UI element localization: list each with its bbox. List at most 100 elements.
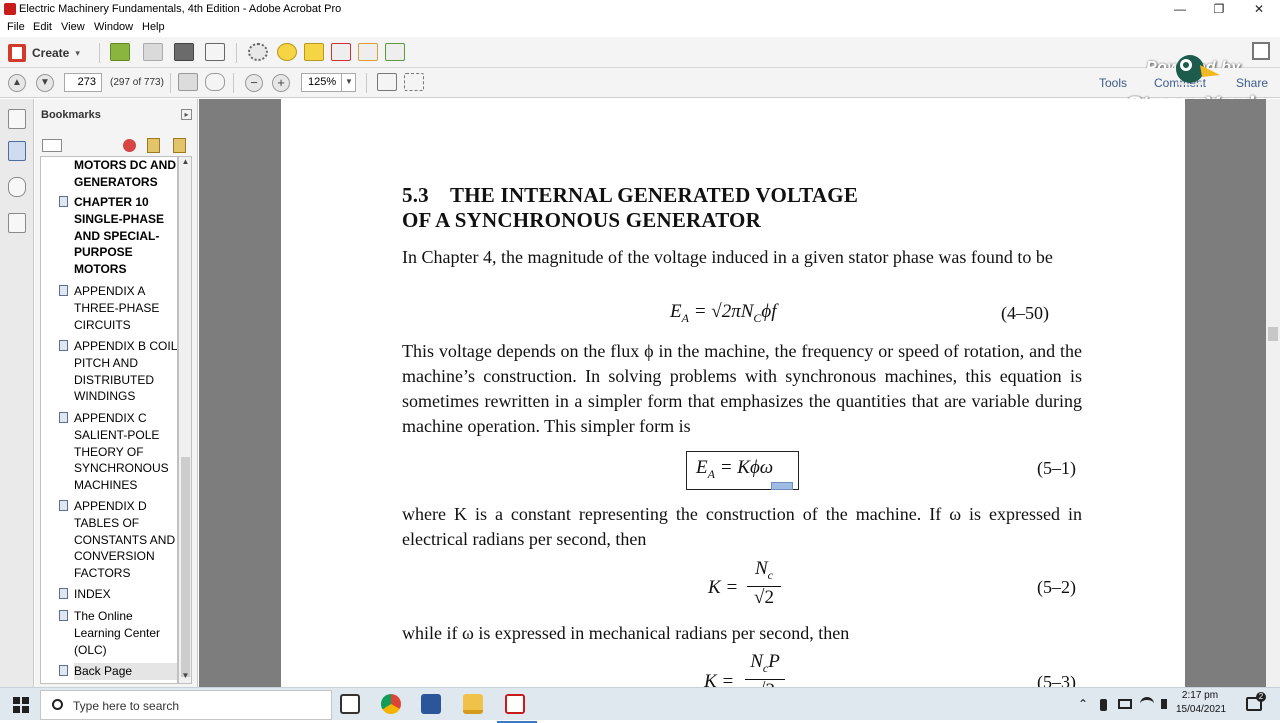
equation-number: (5–3) — [1037, 672, 1076, 687]
bookmark-icon — [59, 665, 68, 676]
menu-bar: File Edit View Window Help — [0, 19, 1280, 37]
create-button[interactable]: Create ▾ — [8, 42, 80, 64]
close-button[interactable]: ✕ — [1247, 2, 1271, 16]
bookmark-icon — [59, 340, 68, 351]
eq-subscript: A — [707, 466, 715, 481]
document-viewer[interactable]: 5.3 THE INTERNAL GENERATED VOLTAGE OF A … — [199, 99, 1266, 687]
toolbar-separator — [99, 43, 100, 63]
toolbar-separator — [366, 73, 367, 93]
full-screen-icon[interactable] — [404, 73, 424, 91]
eq-symbol: E — [670, 301, 682, 322]
minimize-button[interactable]: — — [1168, 2, 1192, 16]
send-for-review-icon[interactable] — [358, 43, 378, 61]
bookmarks-scrollbar[interactable]: ▲ ▼ — [178, 156, 192, 684]
windows-start-icon[interactable] — [13, 697, 29, 713]
task-view-icon[interactable] — [340, 694, 360, 714]
streamyard-duck-logo — [1176, 55, 1220, 85]
page-count-label: (297 of 773) — [110, 77, 164, 88]
search-icon — [52, 699, 63, 710]
file-explorer-icon[interactable] — [463, 694, 483, 714]
bookmark-label: APPENDIX A THREE-PHASE CIRCUITS — [74, 284, 160, 332]
attachments-icon[interactable] — [8, 177, 26, 197]
bookmarks-list: MOTORS DC AND GENERATORS CHAPTER 10 SING… — [40, 156, 178, 684]
battery-icon[interactable] — [1118, 699, 1132, 709]
word-icon[interactable] — [421, 694, 441, 714]
equation-5-3-lhs: K = — [704, 671, 735, 687]
bookmarks-scroll-thumb[interactable] — [181, 457, 190, 677]
menu-view[interactable]: View — [61, 21, 85, 33]
zoom-out-icon[interactable]: − — [245, 74, 263, 92]
equation-4-50: EA = √2πNCϕf — [670, 301, 777, 326]
page-thumbnails-icon[interactable] — [8, 109, 26, 129]
tools-link[interactable]: Tools — [1099, 76, 1127, 90]
fraction-denominator: √2 — [754, 586, 774, 608]
acrobat-app-icon — [4, 3, 16, 15]
document-scroll-thumb[interactable] — [1268, 327, 1278, 341]
collapse-panel-icon[interactable]: ▸ — [181, 109, 192, 120]
delete-bookmark-icon[interactable] — [123, 139, 136, 152]
select-cursor-icon[interactable] — [178, 73, 198, 91]
menu-file[interactable]: File — [7, 21, 25, 33]
section-heading-line2: OF A SYNCHRONOUS GENERATOR — [402, 208, 761, 232]
export-icon[interactable] — [385, 43, 405, 61]
options-menu-icon[interactable] — [42, 139, 62, 152]
bookmark-icon — [59, 610, 68, 621]
signatures-icon[interactable] — [8, 213, 26, 233]
bookmark-label: Back Page — [74, 663, 177, 680]
bookmarks-toolbar — [40, 137, 190, 155]
bookmark-icon — [59, 412, 68, 423]
expand-icon[interactable] — [1252, 42, 1270, 60]
new-bookmark-icon[interactable] — [147, 138, 160, 153]
comment-bubble-icon[interactable] — [277, 43, 297, 61]
restore-button[interactable]: ❐ — [1207, 2, 1231, 16]
fraction-subscript: c — [767, 567, 773, 582]
bookmark-label: CHAPTER 10 SINGLE-PHASE AND SPECIAL-PURP… — [74, 195, 165, 277]
zoom-dropdown-icon[interactable]: ▼ — [341, 73, 356, 92]
volume-icon[interactable] — [1161, 699, 1171, 709]
next-page-icon[interactable]: ▼ — [36, 74, 54, 92]
sign-document-icon[interactable] — [331, 43, 351, 61]
menu-window[interactable]: Window — [94, 21, 133, 33]
eq-rhs: = √2πN — [688, 301, 754, 322]
menu-help[interactable]: Help — [142, 21, 165, 33]
page-number-input[interactable]: 273 — [64, 73, 102, 92]
clock-time[interactable]: 2:17 pm — [1178, 690, 1222, 701]
fraction-numerator: N — [750, 651, 763, 672]
document-scrollbar[interactable] — [1266, 99, 1280, 687]
usb-device-icon[interactable] — [1100, 699, 1107, 711]
previous-page-icon[interactable]: ▲ — [8, 74, 26, 92]
section-heading-line1: 5.3 THE INTERNAL GENERATED VOLTAGE — [402, 183, 859, 207]
bookmark-label: INDEX — [74, 587, 111, 601]
equation-number: (4–50) — [1001, 303, 1049, 323]
acrobat-taskbar-icon[interactable] — [497, 694, 537, 723]
eq-tail: ϕf — [761, 301, 777, 322]
email-icon[interactable] — [205, 43, 225, 61]
bookmark-icon — [59, 500, 68, 511]
share-link[interactable]: Share — [1236, 76, 1268, 90]
save-icon[interactable] — [143, 43, 163, 61]
scroll-down-icon[interactable]: ▼ — [180, 671, 191, 683]
hand-tool-icon[interactable] — [205, 73, 225, 91]
settings-gear-icon[interactable] — [248, 43, 268, 61]
equation-5-2-fraction: Nc √2 — [747, 558, 781, 609]
bookmarks-panel: Bookmarks ▸ MOTORS DC AND GENERATORS CHA… — [35, 99, 198, 687]
show-hidden-icons-chevron-icon[interactable]: ⌃ — [1078, 697, 1088, 711]
clock-date[interactable]: 15/04/2021 — [1176, 704, 1226, 715]
fit-page-icon[interactable] — [377, 73, 397, 91]
highlight-icon[interactable] — [304, 43, 324, 61]
taskbar-search-box[interactable]: Type here to search — [40, 690, 332, 720]
menu-edit[interactable]: Edit — [33, 21, 52, 33]
bookmarks-icon[interactable] — [8, 141, 26, 161]
fraction-denominator: √2 — [745, 680, 785, 687]
print-icon[interactable] — [174, 43, 194, 61]
bookmark-label: APPENDIX D TABLES OF CONSTANTS AND CONVE… — [74, 499, 176, 581]
scroll-up-icon[interactable]: ▲ — [180, 157, 191, 169]
chrome-icon[interactable] — [381, 694, 401, 714]
wifi-icon[interactable] — [1140, 697, 1154, 711]
expand-bookmark-icon[interactable] — [173, 138, 186, 153]
windows-taskbar: Type here to search ⌃ 2:17 pm 15/04/2021… — [0, 687, 1280, 723]
zoom-in-icon[interactable]: + — [272, 74, 290, 92]
bookmark-icon — [59, 588, 68, 599]
main-toolbar: Create ▾ Powered by — [0, 37, 1280, 76]
open-folder-icon[interactable] — [110, 43, 130, 61]
